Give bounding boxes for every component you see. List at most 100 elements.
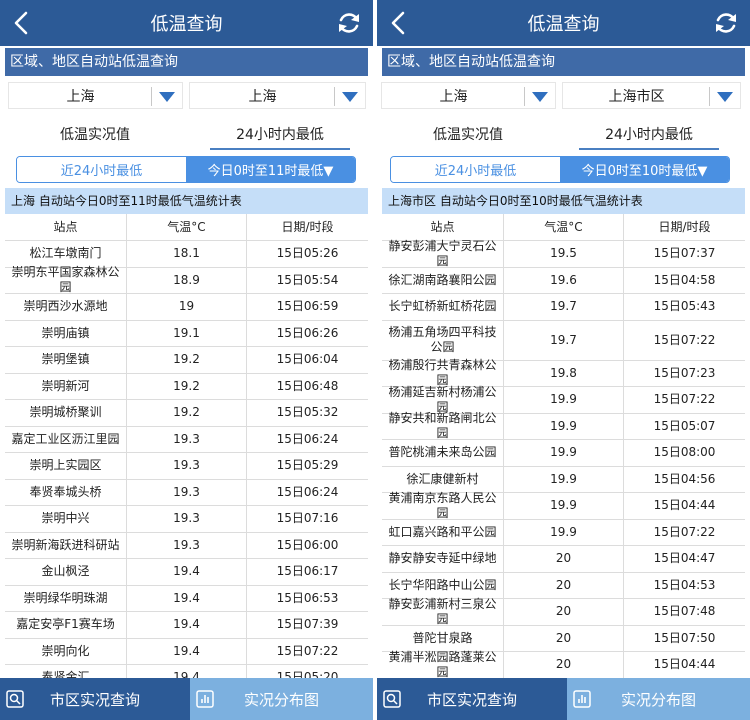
table-row[interactable]: 崇明新河 19.2 15日06:48 <box>5 373 368 400</box>
station-name: 静安彭浦大宁灵石公园 <box>382 239 504 268</box>
temperature-value: 19.9 <box>504 519 624 545</box>
table-row[interactable]: 崇明西沙水源地 19 15日06:59 <box>5 294 368 321</box>
mode-selector[interactable]: 24小时内最低 <box>579 124 719 150</box>
date-time: 15日04:58 <box>653 272 716 287</box>
station-name: 崇明东平国家森林公园 <box>5 265 127 294</box>
bar-chart-icon <box>196 690 214 708</box>
table-row[interactable]: 杨浦延吉新村杨浦公园 19.9 15日07:22 <box>382 385 745 414</box>
station-name: 静安彭浦新村三泉公园 <box>382 597 504 626</box>
date-time: 15日05:29 <box>276 458 339 473</box>
date-time: 15日04:47 <box>653 551 716 566</box>
temperature-value: 19.6 <box>504 267 624 293</box>
table-row[interactable]: 嘉定工业区沥江里园 19.3 15日06:24 <box>5 426 368 453</box>
temperature-value: 19.2 <box>127 373 247 399</box>
table-row[interactable]: 长宁华阳路中山公园 20 15日04:53 <box>382 572 745 599</box>
table-row[interactable]: 崇明上实园区 19.3 15日05:29 <box>5 453 368 480</box>
area-dropdown[interactable]: 上海 <box>189 82 366 109</box>
station-name: 长宁虹桥新虹桥花园 <box>382 294 504 320</box>
table-row[interactable]: 奉贤金汇 19.4 15日05:20 <box>5 665 368 678</box>
table-row[interactable]: 静安彭浦大宁灵石公园 19.5 15日07:37 <box>382 239 745 268</box>
column-header: 气温°C <box>504 214 624 240</box>
refresh-icon[interactable] <box>335 9 363 37</box>
table-row[interactable]: 崇明绿华明珠湖 19.4 15日06:53 <box>5 585 368 612</box>
temperature-value: 20 <box>504 599 624 625</box>
temperature-value: 19.9 <box>504 413 624 439</box>
table-header-row: 站点 气温°C 日期/时段 <box>382 214 745 241</box>
tab-last-24h[interactable]: 近24小时最低 <box>17 157 186 182</box>
table-row[interactable]: 长宁虹桥新虹桥花园 19.7 15日05:43 <box>382 294 745 321</box>
station-name: 崇明中兴 <box>5 506 127 532</box>
table-row[interactable]: 崇明新海跃进科研站 19.3 15日06:00 <box>5 532 368 559</box>
station-name: 杨浦延吉新村杨浦公园 <box>382 385 504 414</box>
table-row[interactable]: 崇明东平国家森林公园 18.9 15日05:54 <box>5 265 368 294</box>
top-bar: 低温查询 <box>0 0 373 46</box>
back-arrow-icon[interactable] <box>8 8 36 38</box>
chevron-down-icon <box>159 92 175 102</box>
table-row[interactable]: 虹口嘉兴路和平公园 19.9 15日07:22 <box>382 519 745 546</box>
date-time: 15日05:20 <box>276 670 339 678</box>
mode-selector[interactable]: 24小时内最低 <box>210 124 350 150</box>
table-row[interactable]: 崇明中兴 19.3 15日07:16 <box>5 506 368 533</box>
distribution-map-button[interactable]: 实况分布图 <box>190 678 373 720</box>
table-row[interactable]: 静安彭浦新村三泉公园 20 15日07:48 <box>382 597 745 626</box>
table-row[interactable]: 崇明庙镇 19.1 15日06:26 <box>5 320 368 347</box>
table-row[interactable]: 黄浦半淞园路蓬莱公园 20 15日04:44 <box>382 650 745 678</box>
station-name: 崇明新海跃进科研站 <box>5 532 127 558</box>
right-screen: 低温查询 区域、地区自动站低温查询 上海 上海市区 低温实况值 24小时内最低 … <box>377 0 750 720</box>
date-time: 15日04:44 <box>653 657 716 672</box>
region-dropdown[interactable]: 上海 <box>8 82 183 109</box>
date-time: 15日07:48 <box>653 604 716 619</box>
temperature-value: 19.4 <box>127 665 247 678</box>
column-header: 气温°C <box>127 214 247 240</box>
station-name: 黄浦半淞园路蓬莱公园 <box>382 650 504 678</box>
back-arrow-icon[interactable] <box>385 8 413 38</box>
station-name: 松江车墩南门 <box>5 241 127 267</box>
table-title: 上海市区 自动站今日0时至10时最低气温统计表 <box>382 188 745 214</box>
table-row[interactable]: 普陀桃浦未来岛公园 19.9 15日08:00 <box>382 440 745 467</box>
region-dropdown[interactable]: 上海 <box>381 82 556 109</box>
tab-today[interactable]: 今日0时至10时最低▼ <box>560 157 729 182</box>
area-dropdown[interactable]: 上海市区 <box>562 82 741 109</box>
city-query-button[interactable]: 市区实况查询 <box>377 678 567 720</box>
table-row[interactable]: 嘉定安亭F1赛车场 19.4 15日07:39 <box>5 612 368 639</box>
refresh-icon[interactable] <box>712 9 740 37</box>
tab-today[interactable]: 今日0时至11时最低▼ <box>186 157 355 182</box>
area-dropdown-value: 上海市区 <box>608 88 665 105</box>
dropdown-divider <box>151 87 152 106</box>
table-row[interactable]: 黄浦南京东路人民公园 19.9 15日04:44 <box>382 491 745 520</box>
station-name: 杨浦殷行共青森林公园 <box>382 358 504 387</box>
date-time: 15日07:23 <box>653 365 716 380</box>
temperature-value: 19.2 <box>127 400 247 426</box>
table-row[interactable]: 崇明堡镇 19.2 15日06:04 <box>5 347 368 374</box>
page-title: 低温查询 <box>527 14 600 35</box>
temperature-value: 19.9 <box>504 493 624 519</box>
table-row[interactable]: 杨浦五角场四平科技公园 19.7 15日07:22 <box>382 320 745 361</box>
table-row[interactable]: 静安共和新路闸北公园 19.9 15日05:07 <box>382 411 745 440</box>
date-time: 15日07:50 <box>653 630 716 645</box>
table-row[interactable]: 金山枫泾 19.4 15日06:17 <box>5 559 368 586</box>
temperature-value: 19.2 <box>127 347 247 373</box>
table-row[interactable]: 崇明向化 19.4 15日07:22 <box>5 638 368 665</box>
temperature-value: 18.9 <box>127 267 247 293</box>
column-header: 日期/时段 <box>658 219 711 234</box>
table-row[interactable]: 崇明城桥聚训 19.2 15日05:32 <box>5 400 368 427</box>
table-row[interactable]: 奉贤奉城头桥 19.3 15日06:24 <box>5 479 368 506</box>
tab-last-24h[interactable]: 近24小时最低 <box>391 157 560 182</box>
table-row[interactable]: 徐汇康健新村 19.9 15日04:56 <box>382 466 745 493</box>
temperature-value: 19 <box>127 294 247 320</box>
column-header: 日期/时段 <box>281 219 334 234</box>
table-row[interactable]: 松江车墩南门 18.1 15日05:26 <box>5 241 368 268</box>
temperature-value: 19.7 <box>504 294 624 320</box>
dropdown-divider <box>334 87 335 106</box>
distribution-map-button[interactable]: 实况分布图 <box>567 678 750 720</box>
table-row[interactable]: 静安静安寺延中绿地 20 15日04:47 <box>382 546 745 573</box>
mode-row: 低温实况值 24小时内最低 <box>377 120 750 150</box>
city-query-button[interactable]: 市区实况查询 <box>0 678 190 720</box>
table-row[interactable]: 杨浦殷行共青森林公园 19.8 15日07:23 <box>382 358 745 387</box>
table-row[interactable]: 普陀甘泉路 20 15日07:50 <box>382 625 745 652</box>
date-time: 15日06:17 <box>276 564 339 579</box>
bottom-nav: 市区实况查询 实况分布图 <box>0 678 373 720</box>
date-time: 15日08:00 <box>653 445 716 460</box>
station-name: 崇明堡镇 <box>5 347 127 373</box>
table-row[interactable]: 徐汇湖南路襄阳公园 19.6 15日04:58 <box>382 267 745 294</box>
